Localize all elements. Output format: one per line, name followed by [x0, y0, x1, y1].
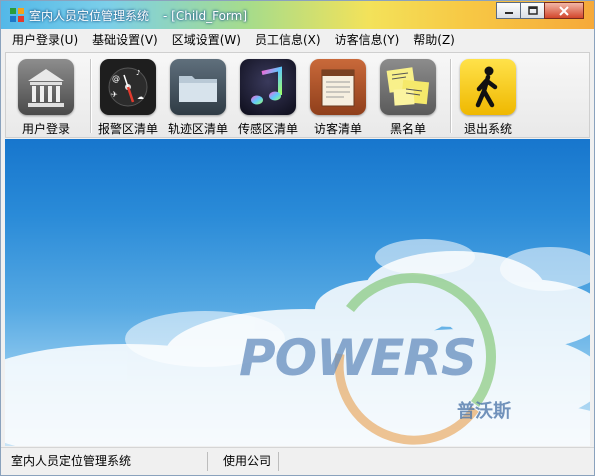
- toolbar-label: 报警区清单: [97, 122, 158, 136]
- workspace-background: POWERS 普沃斯: [5, 139, 590, 446]
- toolbar-label: 访客清单: [313, 122, 362, 136]
- minimize-icon: [504, 11, 513, 14]
- toolbar: 用户登录 @ ♪ ✈ ☁ 报警区清单 轨迹区清单 传感区清单 访客清单 黑名单 …: [5, 52, 590, 138]
- window-controls: [496, 2, 584, 19]
- maximize-icon: [527, 6, 538, 15]
- status-company: 使用公司: [215, 452, 279, 471]
- minimize-button[interactable]: [496, 2, 521, 19]
- menu-help[interactable]: 帮助(Z): [406, 29, 462, 51]
- menu-bar: 用户登录(U) 基础设置(V) 区域设置(W) 员工信息(X) 访客信息(Y) …: [1, 29, 594, 51]
- svg-text:☁: ☁: [137, 93, 144, 101]
- svg-text:✈: ✈: [111, 90, 118, 99]
- window-subtitle: - [Child_Form]: [163, 9, 248, 23]
- walking-person-icon: [460, 59, 516, 115]
- menu-visitor-info[interactable]: 访客信息(Y): [328, 29, 407, 51]
- toolbar-track-list-button[interactable]: 轨迹区清单: [162, 57, 234, 137]
- toolbar-label: 用户登录: [21, 122, 70, 136]
- svg-text:@: @: [112, 74, 120, 83]
- notepad-icon: [310, 59, 366, 115]
- toolbar-sensor-list-button[interactable]: 传感区清单: [232, 57, 304, 137]
- menu-area-settings[interactable]: 区域设置(W): [165, 29, 248, 51]
- window-title: 室内人员定位管理系统 - [Child_Form]: [29, 7, 247, 24]
- watermark-subtitle: 普沃斯: [457, 401, 511, 422]
- folder-icon: [170, 59, 226, 115]
- toolbar-user-login-button[interactable]: 用户登录: [10, 57, 82, 137]
- toolbar-alarm-list-button[interactable]: @ ♪ ✈ ☁ 报警区清单: [92, 57, 164, 137]
- toolbar-label: 退出系统: [463, 122, 512, 136]
- status-app-name: 室内人员定位管理系统: [3, 452, 208, 471]
- main-window: 室内人员定位管理系统 - [Child_Form] 用户登录(U) 基础设置(V)…: [0, 0, 595, 476]
- close-button[interactable]: [544, 2, 584, 19]
- svg-text:♪: ♪: [136, 69, 140, 77]
- maximize-button[interactable]: [520, 2, 545, 19]
- toolbar-exit-button[interactable]: 退出系统: [452, 57, 524, 137]
- menu-employee-info[interactable]: 员工信息(X): [248, 29, 328, 51]
- toolbar-label: 传感区清单: [237, 122, 298, 136]
- bank-icon: [18, 59, 74, 115]
- sticky-notes-icon: [380, 59, 436, 115]
- toolbar-label: 黑名单: [389, 122, 426, 136]
- menu-basic-settings[interactable]: 基础设置(V): [85, 29, 165, 51]
- menu-user-login[interactable]: 用户登录(U): [5, 29, 85, 51]
- toolbar-label: 轨迹区清单: [167, 122, 228, 136]
- title-bar[interactable]: 室内人员定位管理系统 - [Child_Form]: [1, 1, 594, 29]
- toolbar-visitor-list-button[interactable]: 访客清单: [302, 57, 374, 137]
- toolbar-blacklist-button[interactable]: 黑名单: [372, 57, 444, 137]
- dashboard-icon: @ ♪ ✈ ☁: [100, 59, 156, 115]
- close-icon: [559, 5, 569, 16]
- watermark-brand: POWERS: [239, 329, 477, 387]
- window-title-text: 室内人员定位管理系统: [29, 9, 150, 23]
- app-icon: [10, 8, 24, 22]
- status-bar: 室内人员定位管理系统 使用公司: [1, 447, 594, 475]
- music-note-icon: [240, 59, 296, 115]
